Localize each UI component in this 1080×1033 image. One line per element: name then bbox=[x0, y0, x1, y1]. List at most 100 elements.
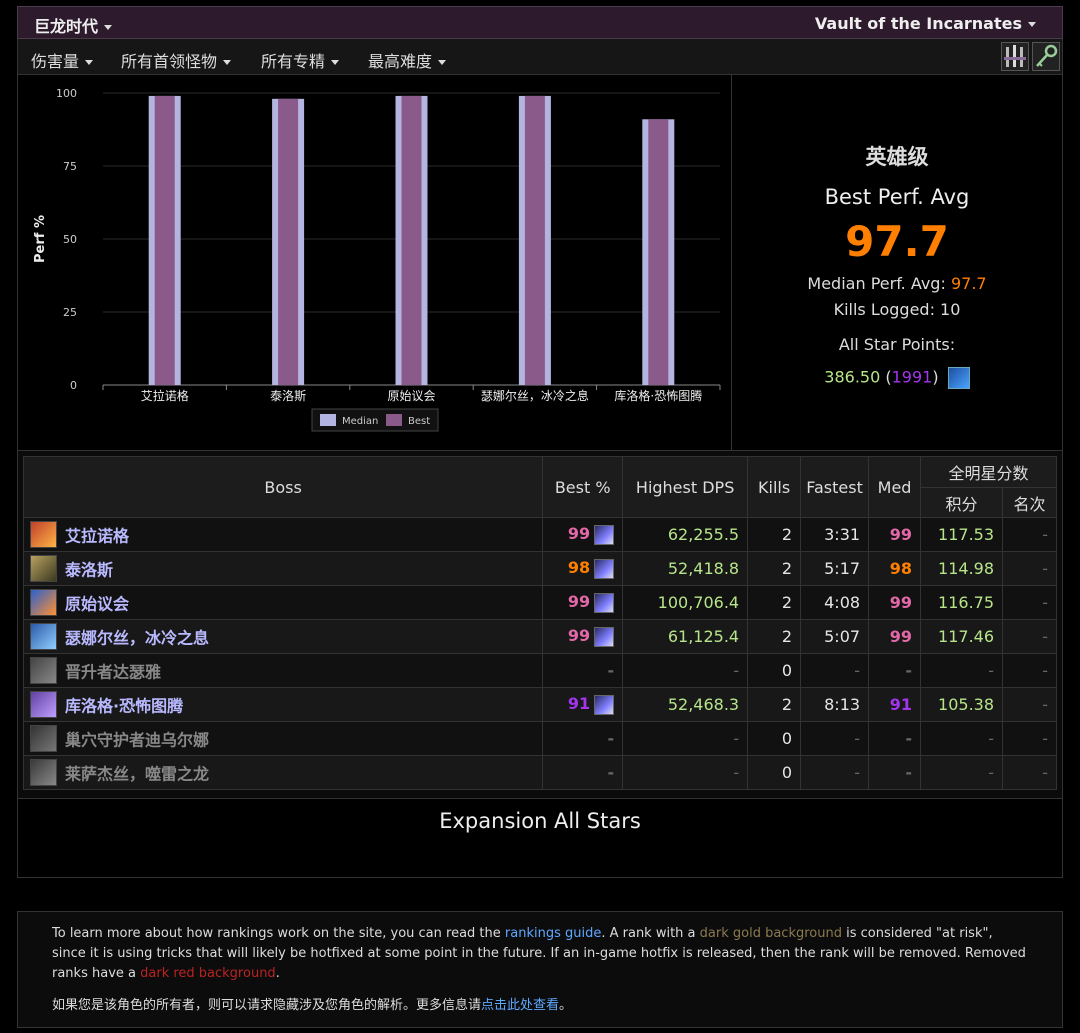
median-perf-row: Median Perf. Avg: 97.7 bbox=[732, 274, 1062, 293]
highest-dps: - bbox=[622, 721, 749, 756]
x-tick-label: 瑟娜尔丝，冰冷之息 bbox=[481, 388, 589, 403]
all-star-points-cell: 114.98 bbox=[920, 551, 1004, 586]
difficulty-dropdown[interactable]: 最高难度 bbox=[368, 48, 447, 72]
best-bar bbox=[154, 95, 175, 386]
kills-count: 0 bbox=[747, 721, 802, 756]
kills-count: 2 bbox=[747, 585, 802, 620]
boss-cell[interactable]: 莱萨杰丝，噬雷之龙 bbox=[22, 755, 544, 790]
col-points[interactable]: 积分 bbox=[920, 487, 1004, 518]
boss-name[interactable]: 泰洛斯 bbox=[65, 561, 113, 580]
kills-count: 2 bbox=[747, 687, 802, 722]
bar-chart: 0 25 50 75 100 Perf % 艾拉诺格 泰洛斯 原始议会 瑟娜尔丝，冰冷之息 库洛格·… bbox=[33, 87, 721, 432]
performance-chart: 0 25 50 75 100 Perf % 艾拉诺格 泰洛斯 原始议会 瑟娜尔丝，冰冷之息 库洛格·… bbox=[17, 75, 732, 451]
table-row[interactable]: 泰洛斯 98 52,418.8 2 5:17 98 114.98- bbox=[22, 551, 1057, 586]
boss-cell[interactable]: 瑟娜尔丝，冰冷之息 bbox=[22, 619, 544, 654]
all-star-points-cell: - bbox=[920, 721, 1004, 756]
red-background-note: dark red background bbox=[140, 966, 276, 981]
y-tick-label: 25 bbox=[63, 306, 77, 319]
best-percent-cell: - bbox=[542, 653, 624, 688]
boss-filter-dropdown[interactable]: 所有首领怪物 bbox=[121, 48, 232, 72]
boss-portrait-icon bbox=[30, 725, 57, 752]
table-row[interactable]: 艾拉诺格 99 62,255.5 2 3:31 99 117.53- bbox=[22, 517, 1057, 552]
col-dps[interactable]: Highest DPS bbox=[622, 456, 749, 518]
highest-dps: 62,255.5 bbox=[622, 517, 749, 552]
kills-count: 0 bbox=[747, 755, 802, 790]
median-percent: - bbox=[905, 661, 913, 680]
table-row[interactable]: 巢穴守护者迪乌尔娜 - -0- - - - bbox=[22, 721, 1057, 756]
table-row[interactable]: 库洛格·恐怖图腾 91 52,468.3 2 8:13 91 105.38- bbox=[22, 687, 1057, 722]
x-tick-label: 艾拉诺格 bbox=[141, 388, 189, 403]
boss-cell[interactable]: 泰洛斯 bbox=[22, 551, 544, 586]
expansion-dropdown[interactable]: 巨龙时代 bbox=[34, 13, 113, 37]
boss-name[interactable]: 巢穴守护者迪乌尔娜 bbox=[65, 731, 209, 750]
boss-cell[interactable]: 库洛格·恐怖图腾 bbox=[22, 687, 544, 722]
boss-cell[interactable]: 晋升者达瑟雅 bbox=[22, 653, 544, 688]
chevron-down-icon bbox=[438, 60, 447, 65]
table-row[interactable]: 晋升者达瑟雅 - -0- - - - bbox=[22, 653, 1057, 688]
fastest-kill: - bbox=[800, 755, 870, 790]
footer-info: To learn more about how rankings work on… bbox=[17, 911, 1063, 1028]
boss-cell[interactable]: 巢穴守护者迪乌尔娜 bbox=[22, 721, 544, 756]
footer-text: To learn more about how rankings work on… bbox=[52, 926, 505, 941]
expansion-all-stars-title: Expansion All Stars bbox=[439, 809, 641, 833]
kills-count: 0 bbox=[747, 653, 802, 688]
expansion-label: 巨龙时代 bbox=[34, 17, 99, 36]
character-class-icon[interactable] bbox=[1001, 42, 1029, 71]
col-med[interactable]: Med bbox=[868, 456, 922, 518]
fastest-kill: 4:08 bbox=[800, 585, 870, 620]
spec-filter-dropdown[interactable]: 所有专精 bbox=[261, 48, 340, 72]
zone-dropdown[interactable]: Vault of the Incarnates bbox=[815, 14, 1036, 33]
table-row[interactable]: 瑟娜尔丝，冰冷之息 99 61,125.4 2 5:07 99 117.46- bbox=[22, 619, 1057, 654]
col-rank[interactable]: 名次 bbox=[1002, 487, 1057, 518]
spec-filter-label: 所有专精 bbox=[261, 52, 326, 71]
boss-name[interactable]: 晋升者达瑟雅 bbox=[65, 663, 161, 682]
median-perf-label: Median Perf. Avg: bbox=[807, 274, 946, 293]
table-row[interactable]: 原始议会 99 100,706.4 2 4:08 99 116.75- bbox=[22, 585, 1057, 620]
all-star-points-cell: 117.46 bbox=[920, 619, 1004, 654]
spec-icon bbox=[594, 694, 615, 715]
boss-cell[interactable]: 原始议会 bbox=[22, 585, 544, 620]
expansion-all-stars-panel: Expansion All Stars bbox=[17, 799, 1063, 878]
boss-name[interactable]: 莱萨杰丝，噬雷之龙 bbox=[65, 765, 209, 784]
key-icon[interactable] bbox=[1032, 42, 1060, 71]
boss-cell[interactable]: 艾拉诺格 bbox=[22, 517, 544, 552]
click-here-link[interactable]: 点击此处查看 bbox=[481, 998, 559, 1013]
fastest-kill: - bbox=[800, 721, 870, 756]
col-kills[interactable]: Kills bbox=[747, 456, 802, 518]
fastest-kill: 8:13 bbox=[800, 687, 870, 722]
col-best[interactable]: Best % bbox=[542, 456, 624, 518]
median-percent: 99 bbox=[889, 593, 913, 612]
highest-dps: - bbox=[622, 653, 749, 688]
all-star-rank-cell: - bbox=[1002, 687, 1057, 722]
highest-dps: 100,706.4 bbox=[622, 585, 749, 620]
x-tick-label: 原始议会 bbox=[387, 389, 435, 403]
boss-name[interactable]: 库洛格·恐怖图腾 bbox=[65, 697, 183, 716]
col-boss[interactable]: Boss bbox=[22, 456, 544, 518]
boss-portrait-icon bbox=[30, 623, 57, 650]
table-row[interactable]: 莱萨杰丝，噬雷之龙 - -0- - - - bbox=[22, 755, 1057, 790]
y-axis-label: Perf % bbox=[33, 215, 48, 263]
boss-name[interactable]: 艾拉诺格 bbox=[65, 527, 129, 546]
best-percent-cell: 98 bbox=[542, 551, 624, 586]
col-fastest[interactable]: Fastest bbox=[800, 456, 870, 518]
all-star-rank-cell: - bbox=[1002, 721, 1057, 756]
metric-dropdown[interactable]: 伤害量 bbox=[31, 48, 94, 72]
spec-icon bbox=[594, 558, 615, 579]
kills-logged-value: 10 bbox=[940, 300, 961, 319]
rankings-guide-link[interactable]: rankings guide bbox=[505, 926, 601, 941]
boss-table-panel: Boss Best % Highest DPS Kills Fastest Me… bbox=[17, 451, 1063, 799]
median-perf-value: 97.7 bbox=[950, 274, 987, 293]
best-percent: - bbox=[607, 763, 615, 782]
best-percent: - bbox=[607, 729, 615, 748]
boss-name[interactable]: 原始议会 bbox=[65, 595, 129, 614]
boss-portrait-icon bbox=[30, 691, 57, 718]
all-star-row: 386.50 (1991) bbox=[732, 367, 1062, 389]
chevron-down-icon bbox=[331, 60, 340, 65]
all-star-points-cell: - bbox=[920, 653, 1004, 688]
fastest-kill: 3:31 bbox=[800, 517, 870, 552]
best-percent: - bbox=[607, 661, 615, 680]
best-percent: 99 bbox=[567, 626, 591, 646]
difficulty-title: 英雄级 bbox=[865, 145, 929, 169]
highest-dps: 52,468.3 bbox=[622, 687, 749, 722]
boss-name[interactable]: 瑟娜尔丝，冰冷之息 bbox=[65, 629, 209, 648]
